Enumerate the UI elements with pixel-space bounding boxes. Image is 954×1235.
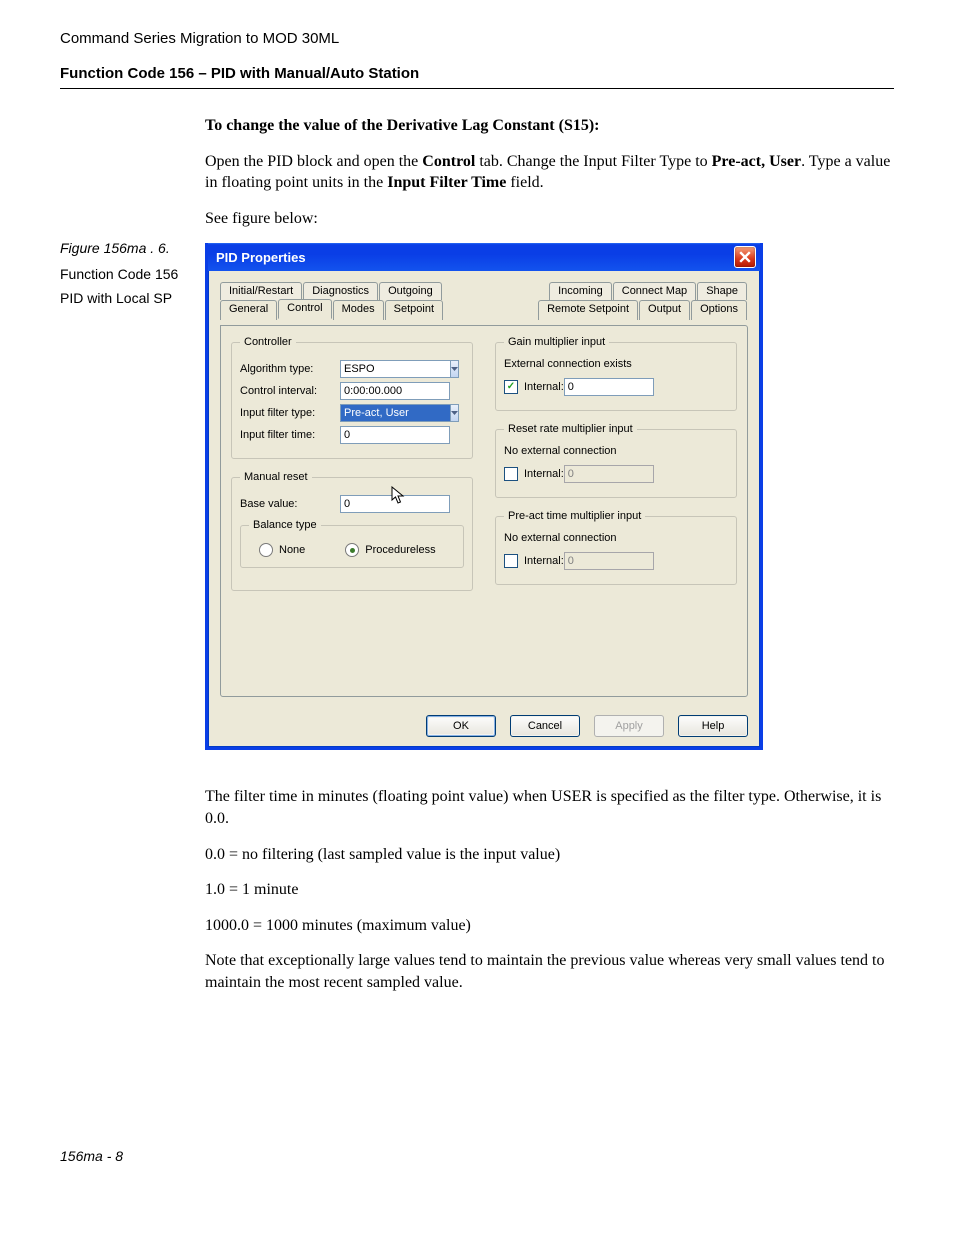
tab-modes[interactable]: Modes [333, 300, 384, 320]
body-paragraph-4: 1000.0 = 1000 minutes (maximum value) [205, 915, 894, 937]
tab-initial-restart[interactable]: Initial/Restart [220, 282, 302, 300]
header-rule [60, 88, 894, 89]
preact-internal-input [564, 552, 654, 570]
tab-strip: Initial/Restart Diagnostics Outgoing Inc… [220, 281, 748, 319]
cancel-button[interactable]: Cancel [510, 715, 580, 737]
input-filter-type-combo[interactable] [340, 404, 450, 422]
doc-header: Command Series Migration to MOD 30ML [60, 30, 894, 47]
tab-options[interactable]: Options [691, 300, 747, 320]
pid-properties-dialog: PID Properties Initial/Restart Diagnosti… [205, 243, 763, 750]
controller-legend: Controller [240, 336, 296, 348]
ok-button[interactable]: OK [426, 715, 496, 737]
tab-output[interactable]: Output [639, 300, 690, 320]
doc-section: Function Code 156 – PID with Manual/Auto… [60, 65, 894, 82]
tab-general[interactable]: General [220, 300, 277, 320]
instruction-heading: To change the value of the Derivative La… [205, 115, 894, 137]
preact-internal-label: Internal: [524, 555, 564, 567]
radio-procedureless-label: Procedureless [365, 544, 435, 556]
radio-procedureless[interactable]: Procedureless [345, 543, 435, 557]
help-button[interactable]: Help [678, 715, 748, 737]
sidebar-line-1: Function Code 156 [60, 266, 195, 282]
tab-control[interactable]: Control [278, 299, 331, 319]
gain-internal-input[interactable] [564, 378, 654, 396]
input-filter-time-input[interactable] [340, 426, 450, 444]
figure-sidebar: Figure 156ma . 6. Function Code 156 PID … [60, 115, 205, 314]
algorithm-type-label: Algorithm type: [240, 363, 340, 375]
preact-time-legend: Pre-act time multiplier input [504, 510, 645, 522]
input-filter-type-label: Input filter type: [240, 407, 340, 419]
control-interval-input[interactable] [340, 382, 450, 400]
manual-reset-group: Manual reset Base value: Balance type [231, 471, 473, 591]
chevron-down-icon[interactable] [450, 404, 459, 422]
apply-button: Apply [594, 715, 664, 737]
text: Input Filter Time [387, 174, 506, 191]
reset-rate-group: Reset rate multiplier input No external … [495, 423, 737, 498]
preact-status: No external connection [504, 532, 728, 544]
see-figure-text: See figure below: [205, 208, 894, 230]
text: tab. Change the Input Filter Type to [475, 153, 711, 170]
reset-internal-input [564, 465, 654, 483]
base-value-label: Base value: [240, 498, 340, 510]
checkbox-icon [504, 380, 518, 394]
radio-icon [345, 543, 359, 557]
reset-status: No external connection [504, 445, 728, 457]
checkbox-icon [504, 554, 518, 568]
radio-icon [259, 543, 273, 557]
dialog-title: PID Properties [216, 250, 734, 265]
gain-status: External connection exists [504, 358, 728, 370]
tab-connect-map[interactable]: Connect Map [613, 282, 696, 300]
tab-shape[interactable]: Shape [697, 282, 747, 300]
body-paragraph-1: The filter time in minutes (floating poi… [205, 786, 894, 829]
tab-diagnostics[interactable]: Diagnostics [303, 282, 378, 300]
tab-outgoing[interactable]: Outgoing [379, 282, 442, 300]
balance-type-legend: Balance type [249, 519, 321, 531]
preact-internal-checkbox[interactable]: Internal: [504, 554, 564, 568]
input-filter-time-label: Input filter time: [240, 429, 340, 441]
sidebar-line-2: PID with Local SP [60, 290, 195, 306]
algorithm-type-input[interactable] [340, 360, 450, 378]
body-paragraph-2: 0.0 = no filtering (last sampled value i… [205, 844, 894, 866]
text: Control [422, 153, 475, 170]
figure-caption: Figure 156ma . 6. [60, 240, 195, 256]
main-content: To change the value of the Derivative La… [205, 115, 894, 1008]
close-button[interactable] [734, 246, 756, 268]
tab-panel: Controller Algorithm type: Control inter… [220, 325, 748, 697]
radio-none-label: None [279, 544, 305, 556]
base-value-input[interactable] [340, 495, 450, 513]
chevron-down-icon[interactable] [450, 360, 459, 378]
titlebar[interactable]: PID Properties [208, 243, 760, 271]
input-filter-type-input[interactable] [340, 404, 450, 422]
tab-setpoint[interactable]: Setpoint [385, 300, 443, 320]
reset-internal-checkbox[interactable]: Internal: [504, 467, 564, 481]
body-paragraph-5: Note that exceptionally large values ten… [205, 950, 894, 993]
manual-reset-legend: Manual reset [240, 471, 312, 483]
page-footer: 156ma - 8 [60, 1148, 894, 1164]
text: Pre-act, User [712, 153, 801, 170]
control-interval-label: Control interval: [240, 385, 340, 397]
checkbox-icon [504, 467, 518, 481]
reset-internal-label: Internal: [524, 468, 564, 480]
gain-multiplier-group: Gain multiplier input External connectio… [495, 336, 737, 411]
tab-remote-setpoint[interactable]: Remote Setpoint [538, 300, 638, 320]
reset-rate-legend: Reset rate multiplier input [504, 423, 637, 435]
gain-internal-label: Internal: [524, 381, 564, 393]
algorithm-type-combo[interactable] [340, 360, 450, 378]
gain-internal-checkbox[interactable]: Internal: [504, 380, 564, 394]
text: field. [506, 174, 543, 191]
dialog-button-row: OK Cancel Apply Help [208, 709, 760, 747]
preact-time-group: Pre-act time multiplier input No externa… [495, 510, 737, 585]
text: Open the PID block and open the [205, 153, 422, 170]
instruction-paragraph: Open the PID block and open the Control … [205, 151, 894, 194]
radio-none[interactable]: None [259, 543, 305, 557]
balance-type-group: Balance type None Procedureless [240, 519, 464, 568]
close-icon [739, 251, 751, 263]
gain-multiplier-legend: Gain multiplier input [504, 336, 609, 348]
controller-group: Controller Algorithm type: Control inter… [231, 336, 473, 459]
tab-incoming[interactable]: Incoming [549, 282, 612, 300]
body-paragraph-3: 1.0 = 1 minute [205, 879, 894, 901]
